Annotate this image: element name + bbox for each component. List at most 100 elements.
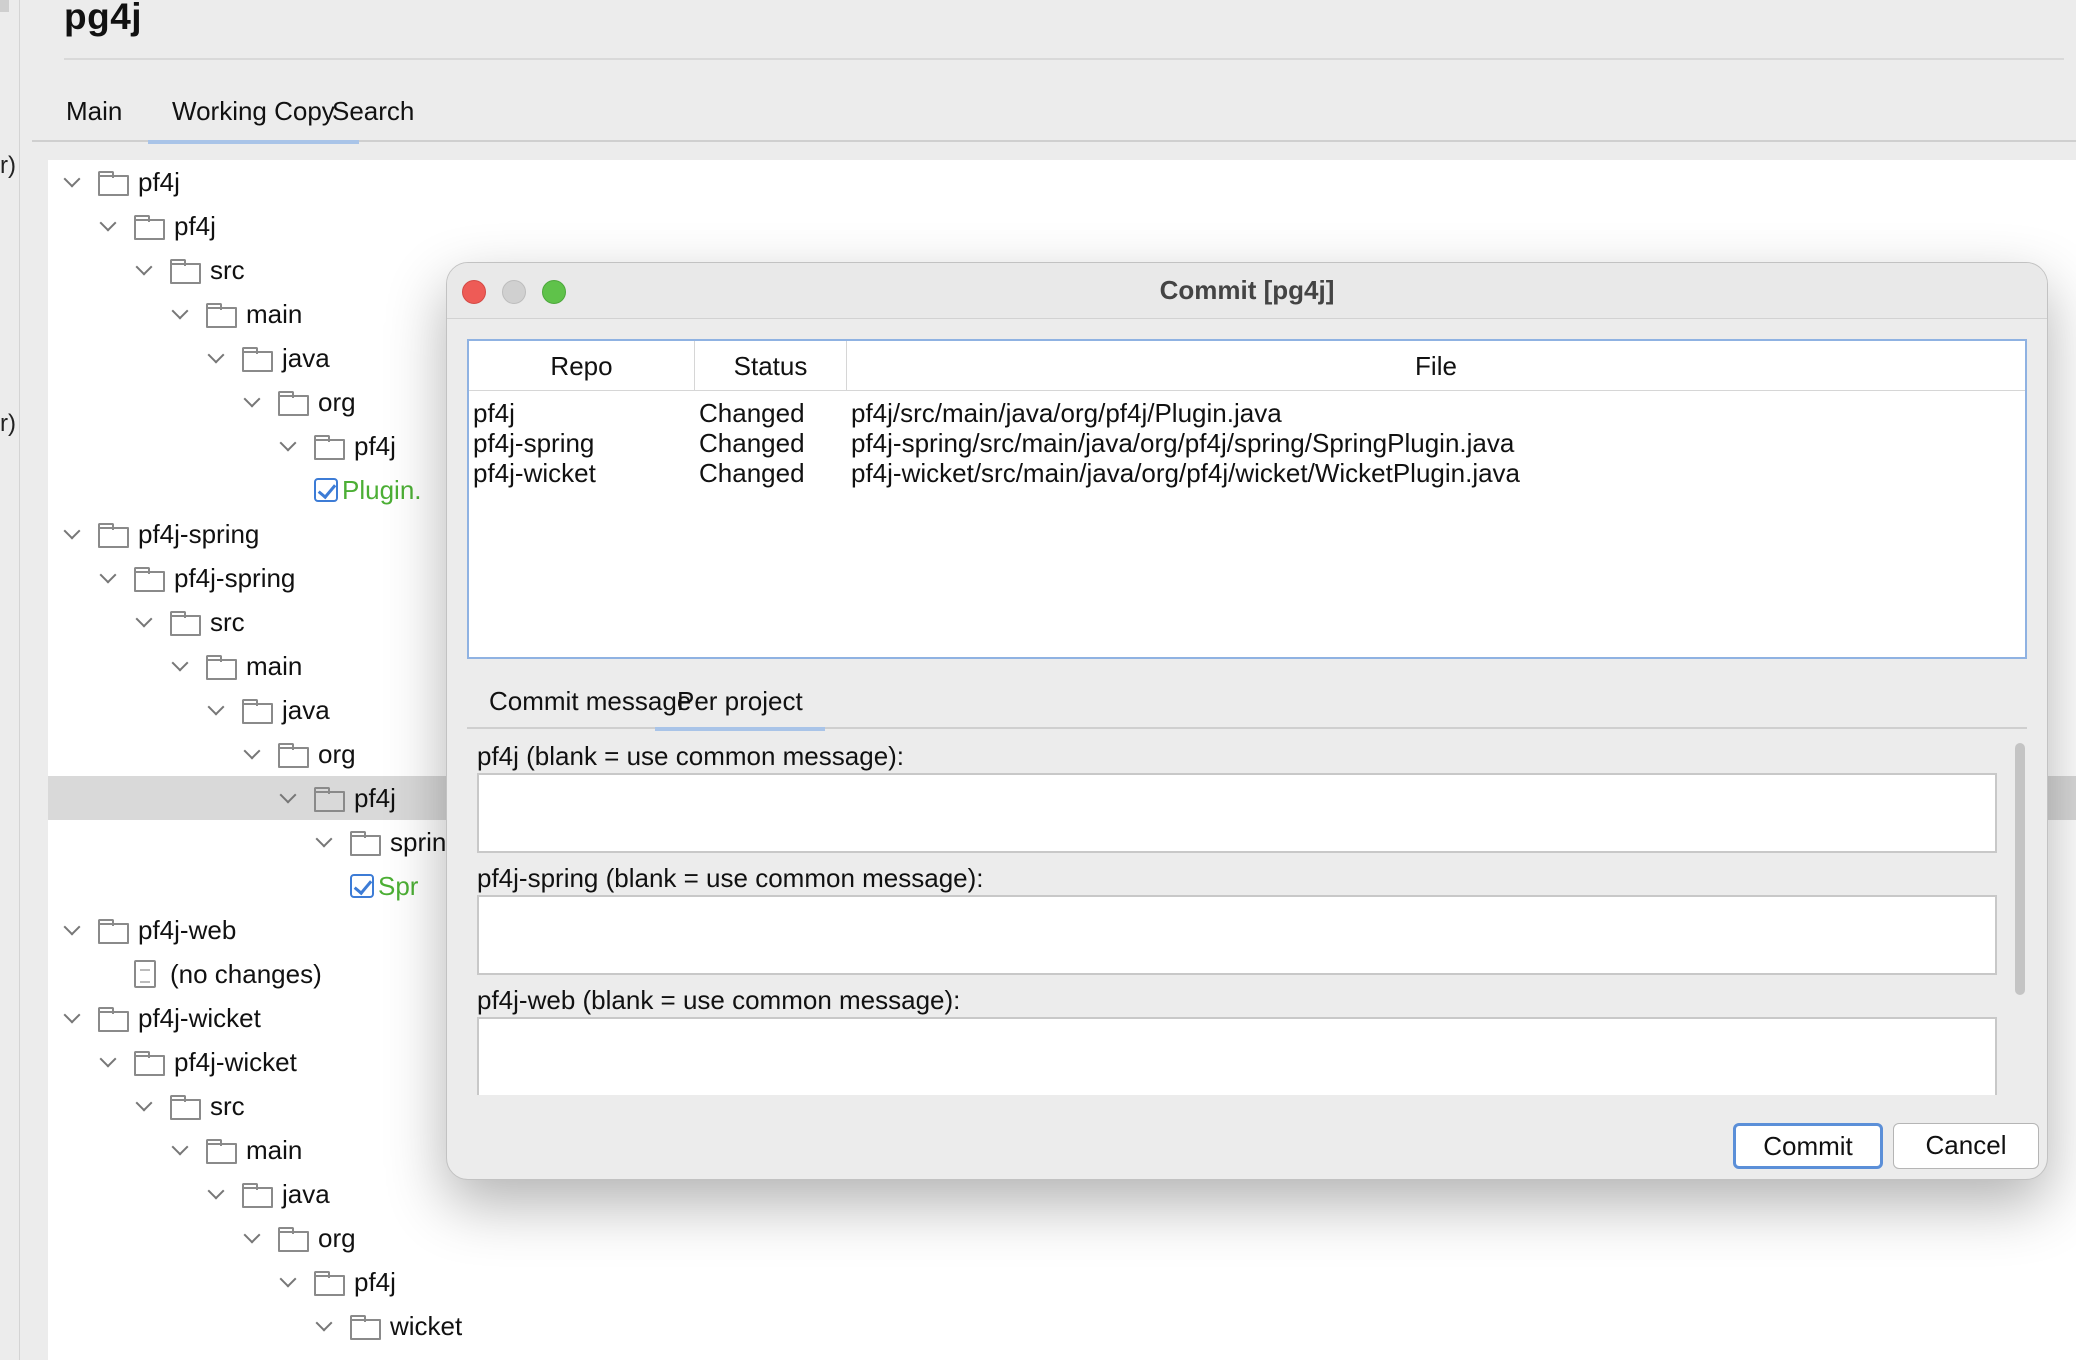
column-header-repo[interactable]: Repo: [469, 341, 695, 391]
clipped-text: r): [0, 410, 16, 437]
folder-icon: [314, 435, 345, 460]
chevron-down-icon[interactable]: [206, 1184, 226, 1204]
folder-icon: [314, 1271, 345, 1296]
column-header-file[interactable]: File: [847, 341, 2025, 391]
folder-icon: [98, 171, 129, 196]
chevron-down-icon[interactable]: [278, 1272, 298, 1292]
chevron-down-icon[interactable]: [134, 1096, 154, 1116]
tab-per-project[interactable]: Per project: [655, 673, 825, 731]
file-checkbox[interactable]: [314, 478, 338, 502]
per-project-scrollbar[interactable]: [2013, 739, 2027, 1095]
table-cell-file: pf4j-wicket/src/main/java/org/pf4j/wicke…: [851, 458, 1521, 488]
tree-item-label: java: [282, 694, 330, 725]
commit-dialog: Commit [pg4j] Repo Status File pf4j Chang…: [446, 262, 2048, 1180]
chevron-down-icon[interactable]: [206, 700, 226, 720]
dialog-titlebar[interactable]: Commit [pg4j]: [447, 263, 2047, 319]
chevron-down-icon[interactable]: [62, 172, 82, 192]
tree-item-label: pf4j-spring: [174, 562, 296, 593]
tree-item-label: org: [318, 1222, 356, 1253]
per-project-panel: pf4j (blank = use common message): pf4j-…: [467, 739, 2027, 1095]
chevron-down-icon[interactable]: [98, 1052, 118, 1072]
tab-main[interactable]: Main: [42, 88, 146, 142]
folder-icon: [242, 347, 273, 372]
folder-icon: [170, 259, 201, 284]
chevron-down-icon[interactable]: [134, 612, 154, 632]
chevron-down-icon[interactable]: [278, 436, 298, 456]
chevron-down-icon[interactable]: [278, 788, 298, 808]
chevron-down-icon[interactable]: [98, 216, 118, 236]
tree-row[interactable]: wicket: [48, 1304, 2076, 1348]
table-row[interactable]: pf4j-wicket Changed pf4j-wicket/src/main/j…: [469, 453, 2025, 493]
tree-row[interactable]: pf4j: [48, 204, 2076, 248]
tree-item-label: pf4j-spring: [138, 518, 260, 549]
folder-icon: [134, 215, 165, 240]
folder-icon: [278, 1227, 309, 1252]
pf4j-web-message-field[interactable]: [477, 1017, 1997, 1095]
folder-icon: [206, 655, 237, 680]
tree-item-label: org: [318, 738, 356, 769]
folder-icon: [206, 1139, 237, 1164]
tree-row[interactable]: pf4j: [48, 1260, 2076, 1304]
pf4j-message-field[interactable]: [477, 773, 1997, 853]
folder-icon: [134, 567, 165, 592]
pf4j-spring-message-field[interactable]: [477, 895, 1997, 975]
message-tab-bar: Commit message Per project: [467, 673, 2027, 731]
window-title: pg4j: [64, 0, 143, 37]
folder-icon: [350, 831, 381, 856]
folder-icon: [278, 391, 309, 416]
chevron-down-icon[interactable]: [62, 920, 82, 940]
chevron-down-icon[interactable]: [242, 1228, 262, 1248]
tree-item-label: java: [282, 1178, 330, 1209]
document-icon: [134, 960, 156, 988]
tree-item-label: src: [210, 606, 245, 637]
pf4j-web-message-label: pf4j-web (blank = use common message):: [477, 985, 961, 1015]
pf4j-message-label: pf4j (blank = use common message):: [477, 741, 905, 771]
chevron-down-icon[interactable]: [98, 568, 118, 588]
file-checkbox[interactable]: [350, 874, 374, 898]
folder-icon: [206, 303, 237, 328]
tree-item-label: main: [246, 1134, 303, 1165]
commit-button[interactable]: Commit: [1733, 1123, 1883, 1169]
tree-item-label: Spr: [378, 870, 419, 901]
chevron-down-icon[interactable]: [170, 656, 190, 676]
tree-item-label: (no changes): [170, 958, 322, 989]
chevron-down-icon[interactable]: [242, 744, 262, 764]
folder-icon: [242, 1183, 273, 1208]
title-divider: [64, 58, 2064, 60]
dialog-title: Commit [pg4j]: [1159, 275, 1335, 305]
chevron-down-icon[interactable]: [170, 304, 190, 324]
folder-icon: [278, 743, 309, 768]
chevron-down-icon[interactable]: [242, 392, 262, 412]
chevron-down-icon[interactable]: [62, 1008, 82, 1028]
tree-item-label: main: [246, 650, 303, 681]
tree-item-label: java: [282, 342, 330, 373]
chevron-down-icon[interactable]: [62, 524, 82, 544]
tree-item-label: src: [210, 1090, 245, 1121]
pf4j-spring-message-label: pf4j-spring (blank = use common message)…: [477, 863, 984, 893]
scrollbar-thumb[interactable]: [2015, 743, 2025, 995]
chevron-down-icon[interactable]: [314, 1316, 334, 1336]
tree-item-label: pf4j: [354, 1266, 396, 1297]
chevron-down-icon[interactable]: [134, 260, 154, 280]
tree-item-label: pf4j: [174, 210, 216, 241]
cancel-button[interactable]: Cancel: [1893, 1123, 2039, 1169]
chevron-down-icon[interactable]: [206, 348, 226, 368]
column-header-status[interactable]: Status: [695, 341, 847, 391]
table-cell-repo: pf4j-wicket: [473, 458, 596, 488]
folder-icon: [242, 699, 273, 724]
changes-table[interactable]: Repo Status File pf4j Changed pf4j/src/mai…: [467, 339, 2027, 659]
folder-icon: [170, 611, 201, 636]
folder-icon: [98, 523, 129, 548]
chevron-down-icon[interactable]: [314, 832, 334, 852]
tab-search[interactable]: Search: [308, 88, 438, 142]
folder-icon: [314, 787, 345, 812]
chevron-down-icon[interactable]: [170, 1140, 190, 1160]
table-cell-status: Changed: [699, 458, 805, 488]
tree-item-label: main: [246, 298, 303, 329]
tree-item-label: pf4j-wicket: [138, 1002, 261, 1033]
tree-row[interactable]: pf4j: [48, 160, 2076, 204]
left-pane-edge: r) r): [0, 0, 20, 1360]
tree-item-label: pf4j: [354, 430, 396, 461]
tree-row[interactable]: org: [48, 1216, 2076, 1260]
clipped-text: r): [0, 152, 16, 179]
